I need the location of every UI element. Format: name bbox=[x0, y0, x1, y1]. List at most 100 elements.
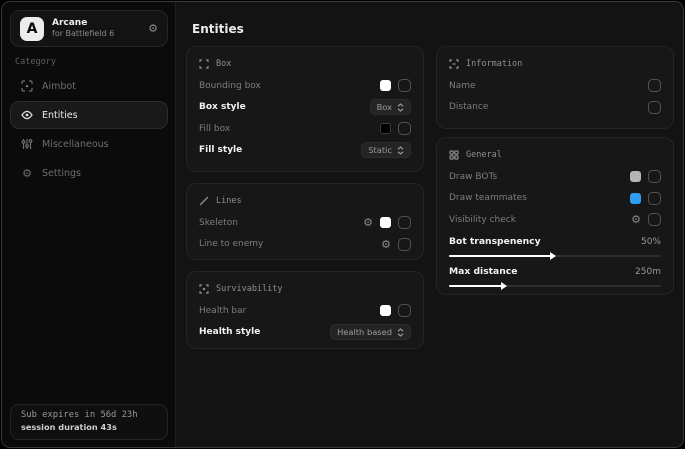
setting-row: Line to enemy ⚙ bbox=[199, 234, 411, 256]
setting-row: Fill box bbox=[199, 118, 411, 140]
setting-label: Fill box bbox=[199, 124, 380, 134]
color-swatch[interactable] bbox=[380, 305, 391, 316]
setting-label: Distance bbox=[449, 102, 648, 112]
color-swatch[interactable] bbox=[380, 217, 391, 228]
setting-label: Box style bbox=[199, 102, 370, 112]
setting-row: Distance bbox=[449, 97, 661, 119]
health-bar-checkbox[interactable] bbox=[398, 304, 411, 317]
slider-label: Max distance bbox=[449, 266, 635, 277]
health-style-dropdown[interactable]: Health based bbox=[330, 324, 411, 340]
panel-survivability: Survivability Health bar Health style He… bbox=[186, 271, 424, 349]
sidebar-item-entities[interactable]: Entities bbox=[10, 101, 168, 129]
sidebar-item-aimbot[interactable]: Aimbot bbox=[10, 72, 168, 100]
unfold-icon bbox=[397, 146, 404, 155]
panel-title: General bbox=[466, 150, 502, 160]
panel-title: Information bbox=[466, 59, 522, 69]
slider-thumb[interactable] bbox=[501, 282, 507, 290]
sidebar-item-settings[interactable]: ⚙ Settings bbox=[10, 159, 168, 187]
setting-label: Fill style bbox=[199, 145, 361, 155]
sidebar-item-label: Aimbot bbox=[42, 81, 76, 92]
unfold-icon bbox=[397, 328, 404, 337]
slider-value: 250m bbox=[635, 267, 661, 277]
main-content: Entities Box Bounding box Box style bbox=[177, 2, 683, 447]
panel-title: Survivability bbox=[216, 284, 283, 294]
category-label: Category bbox=[15, 57, 56, 67]
draw-bots-checkbox[interactable] bbox=[648, 170, 661, 183]
setting-row: Bounding box bbox=[199, 75, 411, 97]
sidebar: A Arcane for Battlefield 6 ⚙ Category Ai… bbox=[2, 2, 176, 447]
sliders-icon bbox=[21, 138, 33, 150]
bot-transparency-slider[interactable] bbox=[449, 252, 661, 260]
subscription-card: Sub expires in 56d 23h session duration … bbox=[10, 404, 168, 440]
survivability-icon bbox=[199, 284, 209, 294]
fill-style-dropdown[interactable]: Static bbox=[361, 142, 411, 158]
color-swatch[interactable] bbox=[380, 80, 391, 91]
setting-row: Name bbox=[449, 75, 661, 97]
app-logo: A bbox=[20, 17, 44, 41]
setting-row: Draw BOTs bbox=[449, 166, 661, 188]
box-style-dropdown[interactable]: Box bbox=[370, 99, 411, 115]
setting-label: Draw BOTs bbox=[449, 172, 630, 182]
diagonal-line-icon bbox=[199, 196, 209, 206]
setting-row: Skeleton ⚙ bbox=[199, 212, 411, 234]
color-swatch[interactable] bbox=[630, 193, 641, 204]
setting-label: Health style bbox=[199, 327, 330, 337]
setting-label: Bounding box bbox=[199, 81, 380, 91]
setting-label: Health bar bbox=[199, 306, 380, 316]
skeleton-checkbox[interactable] bbox=[398, 216, 411, 229]
app-window: A Arcane for Battlefield 6 ⚙ Category Ai… bbox=[1, 1, 684, 448]
setting-label: Draw teammates bbox=[449, 193, 630, 203]
sidebar-item-label: Entities bbox=[42, 110, 78, 121]
visibility-check-settings-gear-icon[interactable]: ⚙ bbox=[631, 214, 641, 225]
slider-label: Bot transpenency bbox=[449, 236, 641, 247]
setting-row: Draw teammates bbox=[449, 188, 661, 210]
page-title: Entities bbox=[192, 22, 244, 36]
sidebar-item-label: Miscellaneous bbox=[42, 139, 109, 150]
slider-value: 50% bbox=[641, 237, 661, 247]
setting-label: Name bbox=[449, 81, 648, 91]
panel-information: Information Name Distance bbox=[436, 46, 674, 129]
session-duration-text: session duration 43s bbox=[21, 422, 157, 432]
setting-row: Health style Health based bbox=[199, 322, 411, 344]
color-swatch[interactable] bbox=[630, 171, 641, 182]
max-distance-slider[interactable] bbox=[449, 282, 661, 290]
setting-row: Fill style Static bbox=[199, 140, 411, 162]
unfold-icon bbox=[397, 103, 404, 112]
slider-thumb[interactable] bbox=[550, 252, 556, 260]
distance-checkbox[interactable] bbox=[648, 101, 661, 114]
app-name: Arcane bbox=[52, 18, 140, 29]
setting-row: Visibility check ⚙ bbox=[449, 209, 661, 231]
setting-label: Line to enemy bbox=[199, 239, 381, 249]
information-icon bbox=[449, 59, 459, 69]
brand-card: A Arcane for Battlefield 6 ⚙ bbox=[10, 10, 168, 47]
color-swatch[interactable] bbox=[380, 123, 391, 134]
setting-row: Box style Box bbox=[199, 97, 411, 119]
panel-lines: Lines Skeleton ⚙ Line to enemy ⚙ bbox=[186, 183, 424, 260]
skeleton-settings-gear-icon[interactable]: ⚙ bbox=[363, 217, 373, 228]
gear-icon: ⚙ bbox=[21, 167, 33, 179]
setting-label: Visibility check bbox=[449, 215, 631, 225]
sidebar-nav: Aimbot Entities bbox=[10, 72, 168, 188]
fill-box-checkbox[interactable] bbox=[398, 122, 411, 135]
eye-icon bbox=[21, 109, 33, 121]
brand-gear-icon[interactable]: ⚙ bbox=[148, 22, 158, 35]
bot-transparency-group: Bot transpenency 50% bbox=[449, 234, 661, 260]
crosshair-icon bbox=[21, 80, 33, 92]
panel-title: Lines bbox=[216, 196, 242, 206]
app-subtitle: for Battlefield 6 bbox=[52, 29, 140, 39]
panel-title: Box bbox=[216, 59, 231, 69]
visibility-check-checkbox[interactable] bbox=[648, 213, 661, 226]
panel-general: General Draw BOTs Draw teammates Visibil… bbox=[436, 137, 674, 295]
sidebar-item-miscellaneous[interactable]: Miscellaneous bbox=[10, 130, 168, 158]
max-distance-group: Max distance 250m bbox=[449, 264, 661, 290]
line-to-enemy-checkbox[interactable] bbox=[398, 238, 411, 251]
draw-teammates-checkbox[interactable] bbox=[648, 192, 661, 205]
name-checkbox[interactable] bbox=[648, 79, 661, 92]
sidebar-item-label: Settings bbox=[42, 168, 81, 179]
line-to-enemy-settings-gear-icon[interactable]: ⚙ bbox=[381, 239, 391, 250]
bounding-box-checkbox[interactable] bbox=[398, 79, 411, 92]
panel-box: Box Bounding box Box style Box bbox=[186, 46, 424, 172]
grid-icon bbox=[449, 150, 459, 160]
box-brackets-icon bbox=[199, 59, 209, 69]
setting-row: Health bar bbox=[199, 300, 411, 322]
